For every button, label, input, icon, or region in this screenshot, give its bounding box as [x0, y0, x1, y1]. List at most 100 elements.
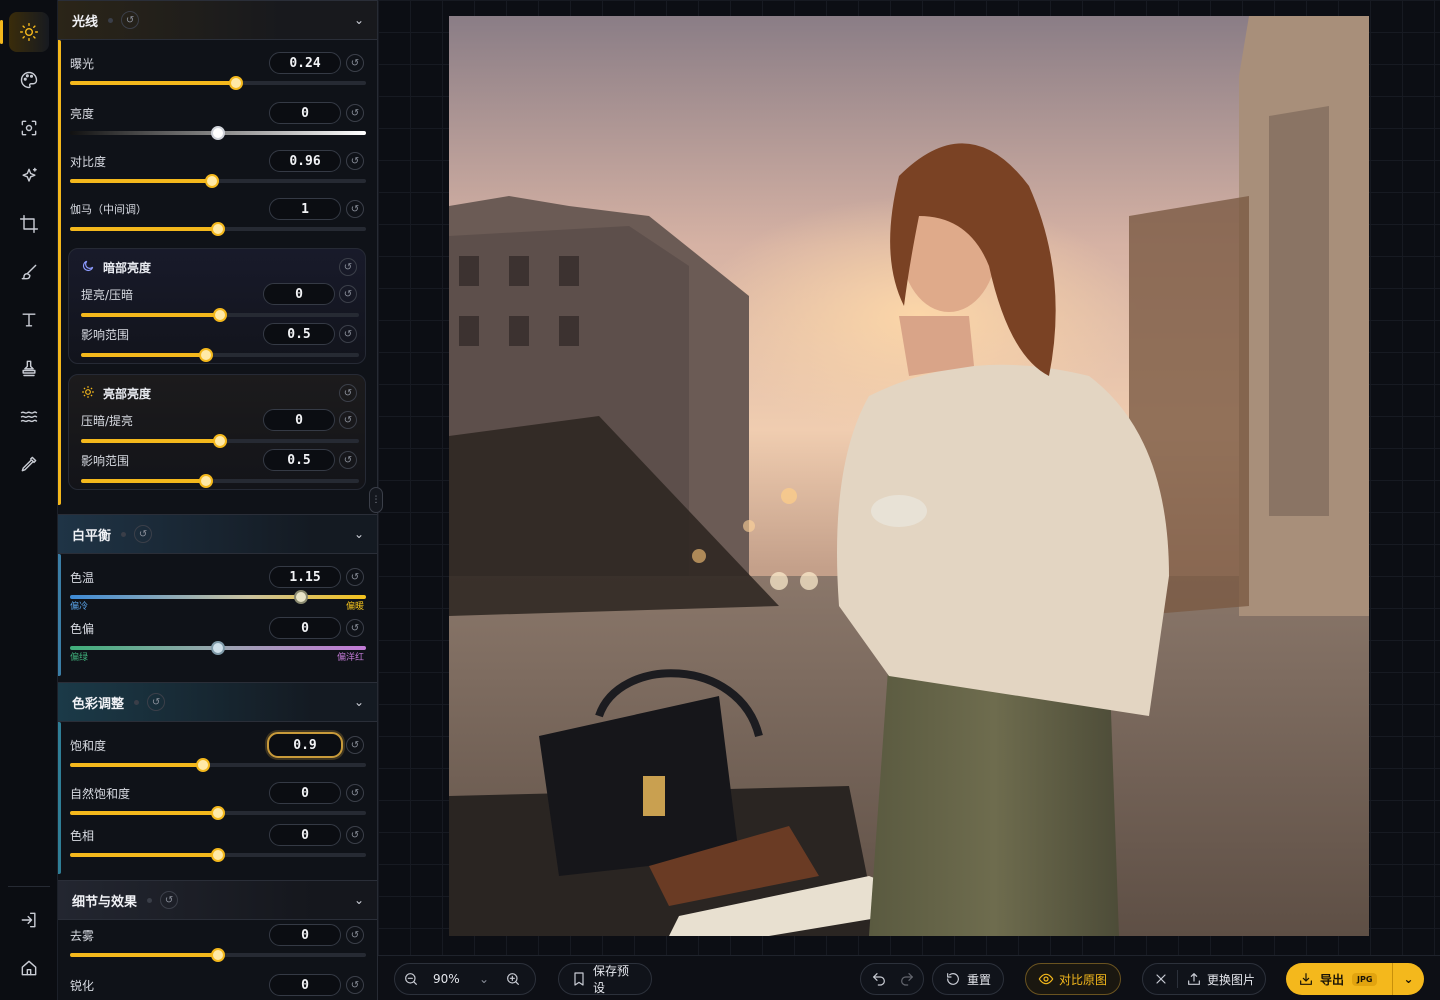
exposure-reset-icon[interactable]: ↺ [346, 54, 364, 72]
shadows-range-thumb[interactable] [199, 348, 214, 362]
gamma-value[interactable]: 1 [269, 198, 341, 220]
export-options-chevron-down-icon[interactable]: ⌄ [1392, 963, 1424, 995]
zoom-in-button[interactable] [505, 971, 521, 987]
section-reset-icon[interactable]: ↺ [134, 525, 153, 543]
shadows-lift-slider[interactable] [81, 308, 359, 322]
shadows-lift-thumb[interactable] [213, 308, 227, 322]
color-tool-button[interactable] [9, 60, 49, 100]
shadows-lift-value[interactable]: 0 [263, 283, 335, 305]
contrast-reset-icon[interactable]: ↺ [346, 152, 364, 170]
exit-button[interactable] [9, 900, 49, 940]
crop-tool-button[interactable] [9, 204, 49, 244]
highlights-range-reset-icon[interactable]: ↺ [339, 451, 357, 469]
brush-tool-button[interactable] [9, 252, 49, 292]
dehaze-reset-icon[interactable]: ↺ [346, 926, 364, 944]
light-section-header[interactable]: 光线 ↺ ⌄ [58, 0, 377, 40]
vibrance-slider[interactable] [70, 806, 366, 820]
temperature-slider[interactable] [70, 590, 366, 604]
exposure-thumb[interactable] [228, 76, 243, 90]
saturation-slider[interactable] [70, 758, 366, 772]
highlights-range-value[interactable]: 0.5 [263, 449, 335, 471]
tint-value[interactable]: 0 [269, 617, 341, 639]
section-reset-icon[interactable]: ↺ [147, 693, 166, 711]
brightness-reset-icon[interactable]: ↺ [346, 104, 364, 122]
vibrance-value[interactable]: 0 [269, 782, 341, 804]
tint-reset-icon[interactable]: ↺ [346, 619, 364, 637]
upload-icon[interactable] [1186, 971, 1202, 987]
highlights-range-slider[interactable] [81, 474, 359, 488]
undo-button[interactable] [871, 971, 887, 987]
brightness-slider[interactable] [70, 126, 366, 140]
shadows-reset-icon[interactable]: ↺ [339, 258, 357, 276]
gamma-slider[interactable] [70, 222, 366, 236]
export-button[interactable]: 导出 JPG ⌄ [1286, 963, 1424, 995]
reset-button[interactable]: 重置 [932, 963, 1004, 995]
contrast-slider[interactable] [70, 174, 366, 188]
hue-slider[interactable] [70, 848, 366, 862]
highlights-lift-slider[interactable] [81, 434, 359, 448]
brightness-value[interactable]: 0 [269, 102, 341, 124]
saturation-reset-icon[interactable]: ↺ [346, 736, 364, 754]
temperature-value[interactable]: 1.15 [269, 566, 341, 588]
dehaze-thumb[interactable] [211, 948, 225, 962]
chevron-down-icon[interactable]: ⌄ [354, 527, 364, 541]
highlights-lift-reset-icon[interactable]: ↺ [339, 411, 357, 429]
zoom-level[interactable]: 90% [433, 972, 473, 986]
brightness-thumb[interactable] [211, 126, 225, 140]
contrast-value[interactable]: 0.96 [269, 150, 341, 172]
text-tool-button[interactable] [9, 300, 49, 340]
tint-slider[interactable] [70, 641, 366, 655]
contrast-thumb[interactable] [205, 174, 220, 188]
sharpen-reset-icon[interactable]: ↺ [346, 976, 364, 994]
highlights-range-thumb[interactable] [199, 474, 214, 488]
dehaze-slider[interactable] [70, 948, 366, 962]
light-tool-button[interactable] [0, 12, 49, 52]
photo-canvas[interactable] [449, 16, 1369, 936]
tint-thumb[interactable] [211, 641, 225, 655]
chevron-down-icon[interactable]: ⌄ [354, 13, 364, 27]
white-balance-section-header[interactable]: 白平衡 ↺ ⌄ [58, 514, 377, 554]
zoom-out-button[interactable] [403, 971, 419, 987]
focus-tool-button[interactable] [9, 108, 49, 148]
section-reset-icon[interactable]: ↺ [160, 891, 179, 909]
color-section-header[interactable]: 色彩调整 ↺ ⌄ [58, 682, 377, 722]
replace-image-label[interactable]: 更换图片 [1207, 971, 1255, 988]
saturation-value[interactable]: 0.9 [267, 732, 343, 758]
saturation-thumb[interactable] [196, 758, 211, 772]
hue-reset-icon[interactable]: ↺ [346, 826, 364, 844]
dehaze-value[interactable]: 0 [269, 924, 341, 946]
save-preset-button[interactable]: 保存预设 [558, 963, 652, 995]
vibrance-reset-icon[interactable]: ↺ [346, 784, 364, 802]
temperature-thumb[interactable] [293, 590, 308, 604]
chevron-down-icon[interactable]: ⌄ [479, 972, 489, 986]
temperature-reset-icon[interactable]: ↺ [346, 568, 364, 586]
redo-button[interactable] [899, 971, 915, 987]
gamma-thumb[interactable] [211, 222, 225, 236]
shadows-range-slider[interactable] [81, 348, 359, 362]
close-image-button[interactable] [1153, 971, 1169, 987]
shadows-range-reset-icon[interactable]: ↺ [339, 325, 357, 343]
stamp-tool-button[interactable] [9, 348, 49, 388]
compare-button[interactable]: 对比原图 [1025, 963, 1121, 995]
eyedropper-tool-button[interactable] [9, 444, 49, 484]
highlights-lift-thumb[interactable] [213, 434, 227, 448]
highlights-lift-value[interactable]: 0 [263, 409, 335, 431]
chevron-down-icon[interactable]: ⌄ [354, 893, 364, 907]
exposure-slider[interactable] [70, 76, 366, 90]
home-button[interactable] [9, 948, 49, 988]
detail-section-header[interactable]: 细节与效果 ↺ ⌄ [58, 880, 377, 920]
gamma-reset-icon[interactable]: ↺ [346, 200, 364, 218]
shadows-range-value[interactable]: 0.5 [263, 323, 335, 345]
section-reset-icon[interactable]: ↺ [121, 11, 140, 29]
sharpen-value[interactable]: 0 [269, 974, 341, 996]
exposure-value[interactable]: 0.24 [269, 52, 341, 74]
texture-tool-button[interactable] [9, 396, 49, 436]
shadows-lift-reset-icon[interactable]: ↺ [339, 285, 357, 303]
hue-thumb[interactable] [211, 848, 225, 862]
chevron-down-icon[interactable]: ⌄ [354, 695, 364, 709]
ai-enhance-tool-button[interactable] [9, 156, 49, 196]
panel-resize-handle[interactable]: ⋮ [369, 487, 383, 513]
hue-value[interactable]: 0 [269, 824, 341, 846]
highlights-reset-icon[interactable]: ↺ [339, 384, 357, 402]
vibrance-thumb[interactable] [211, 806, 225, 820]
